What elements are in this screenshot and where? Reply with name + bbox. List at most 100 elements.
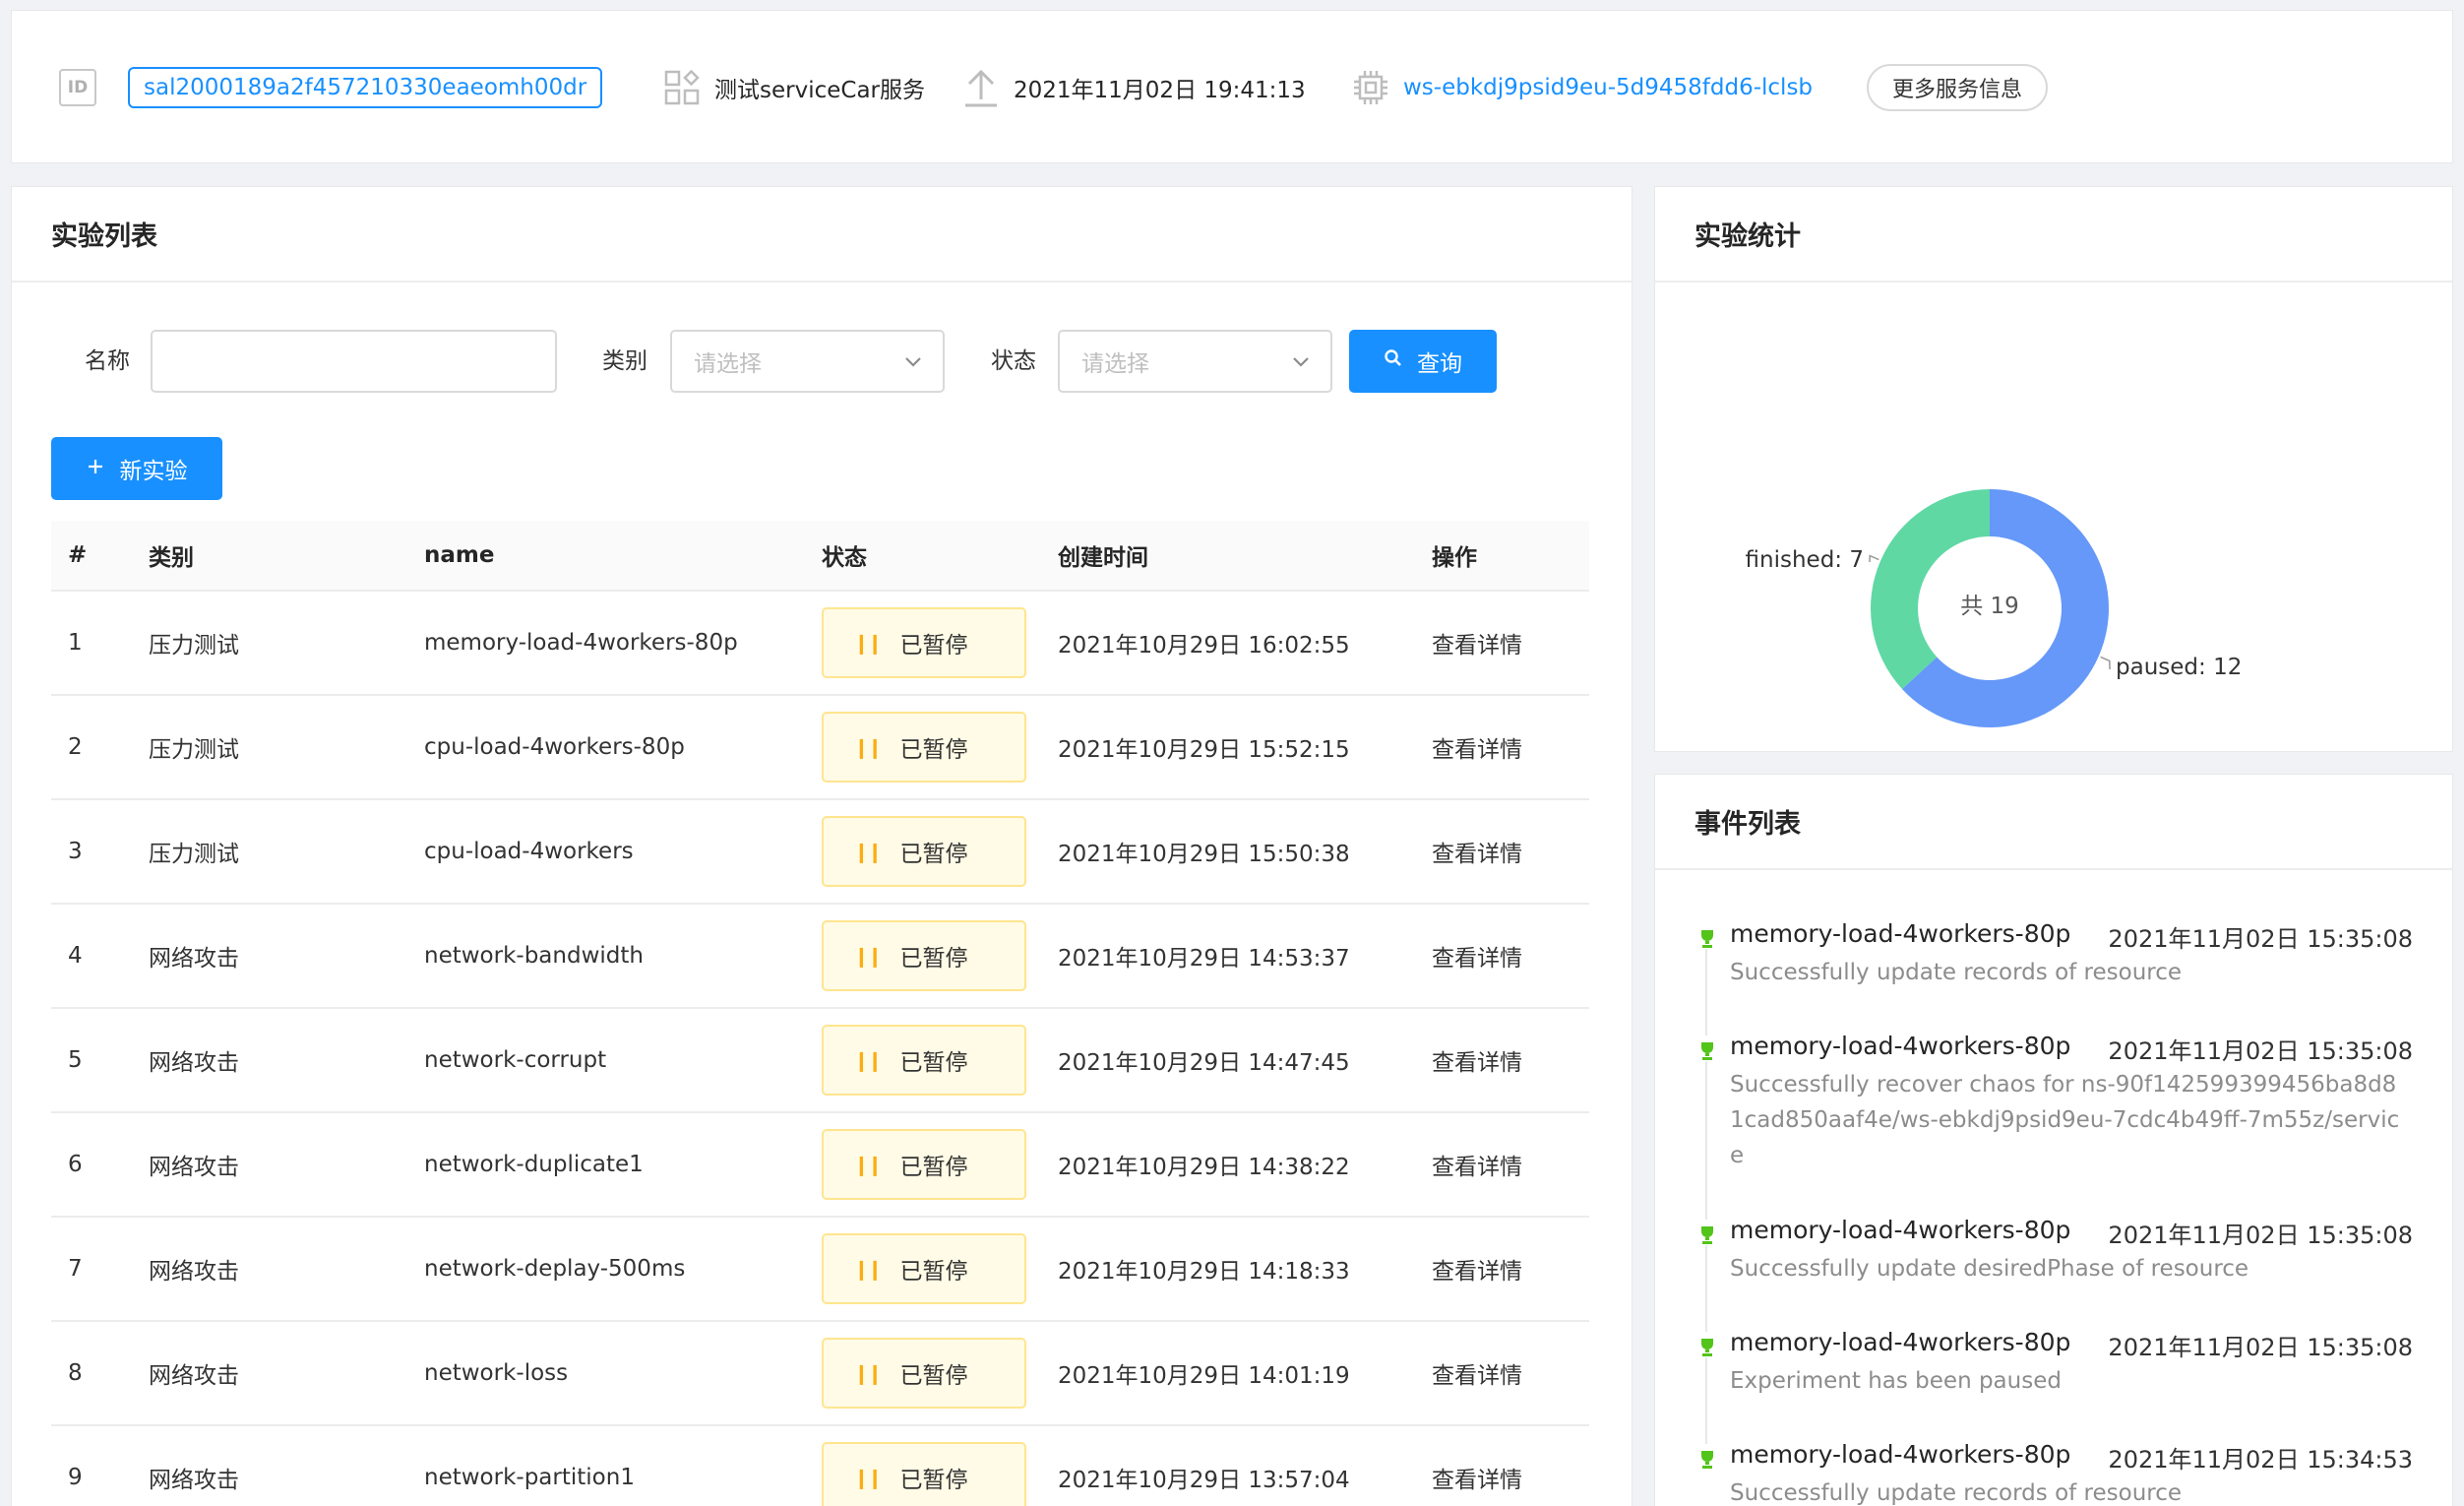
event-time: 2021年11月02日 15:35:08 bbox=[2108, 1222, 2413, 1249]
status-badge: ❙❙ 已暂停 bbox=[822, 1338, 1026, 1409]
experiment-list-panel: 实验列表 名称 类别 请选择 状态 请选择 查询 新实验 # 类别 name 状… bbox=[11, 186, 1632, 1506]
workspace-link[interactable]: ws-ebkdj9psid9eu-5d9458fdd6-lclsb bbox=[1403, 75, 1813, 100]
status-text: 已暂停 bbox=[899, 1259, 968, 1285]
event-description: Successfully update desiredPhase of reso… bbox=[1730, 1256, 2249, 1282]
pause-icon: ❙❙ bbox=[853, 1361, 883, 1385]
table-row: 6 网络攻击 network-duplicate1 ❙❙ 已暂停 2021年10月29日 … bbox=[51, 1112, 1589, 1218]
search-icon bbox=[1384, 348, 1403, 374]
row-name: network-partition1 bbox=[424, 1425, 822, 1506]
pause-icon: ❙❙ bbox=[853, 735, 883, 759]
plus-icon bbox=[87, 456, 104, 481]
row-category: 网络攻击 bbox=[149, 1425, 424, 1506]
more-service-info-button[interactable]: 更多服务信息 bbox=[1867, 64, 2049, 111]
status-text: 已暂停 bbox=[899, 1363, 968, 1389]
row-number: 9 bbox=[51, 1425, 149, 1506]
view-details-link[interactable]: 查看详情 bbox=[1432, 1321, 1589, 1426]
pause-icon: ❙❙ bbox=[853, 631, 883, 655]
row-category: 网络攻击 bbox=[149, 1008, 424, 1113]
donut-leader-paused bbox=[2100, 656, 2111, 670]
event-time: 2021年11月02日 15:35:08 bbox=[2108, 925, 2413, 953]
event-experiment-name: memory-load-4workers-80p bbox=[1730, 1440, 2071, 1469]
view-details-link[interactable]: 查看详情 bbox=[1432, 1008, 1589, 1113]
row-created-time: 2021年10月29日 14:01:19 bbox=[1058, 1321, 1432, 1426]
table-row: 3 压力测试 cpu-load-4workers ❙❙ 已暂停 2021年10月29日 1… bbox=[51, 799, 1589, 905]
row-category: 网络攻击 bbox=[149, 1217, 424, 1322]
experiment-stats-title: 实验统计 bbox=[1655, 187, 2452, 282]
row-created-time: 2021年10月29日 14:53:37 bbox=[1058, 904, 1432, 1009]
row-name: cpu-load-4workers-80p bbox=[424, 695, 822, 800]
view-details-link[interactable]: 查看详情 bbox=[1432, 695, 1589, 800]
row-number: 6 bbox=[51, 1112, 149, 1218]
trophy-icon bbox=[1698, 1450, 1714, 1469]
status-donut-chart: 共 19 finished: 7 paused: 12 bbox=[1746, 489, 2242, 727]
view-details-link[interactable]: 查看详情 bbox=[1432, 1425, 1589, 1506]
timeline-connector bbox=[1705, 1357, 1707, 1444]
row-category: 压力测试 bbox=[149, 695, 424, 800]
event-time: 2021年11月02日 15:35:08 bbox=[2108, 1334, 2413, 1361]
view-details-link[interactable]: 查看详情 bbox=[1432, 799, 1589, 905]
service-info-bar: ID sal2000189a2f457210330eaeomh00dr 测试se… bbox=[11, 10, 2453, 163]
event-description: Experiment has been paused bbox=[1730, 1368, 2062, 1394]
view-details-link[interactable]: 查看详情 bbox=[1432, 904, 1589, 1009]
pause-icon: ❙❙ bbox=[853, 1257, 883, 1281]
pause-icon: ❙❙ bbox=[853, 840, 883, 863]
row-status-cell: ❙❙ 已暂停 bbox=[822, 695, 1058, 800]
service-name: 测试serviceCar服务 bbox=[714, 78, 925, 103]
row-category: 压力测试 bbox=[149, 591, 424, 696]
row-created-time: 2021年10月29日 14:18:33 bbox=[1058, 1217, 1432, 1322]
status-badge: ❙❙ 已暂停 bbox=[822, 1442, 1026, 1506]
row-name: network-deplay-500ms bbox=[424, 1217, 822, 1322]
apps-icon bbox=[663, 69, 701, 106]
query-button[interactable]: 查询 bbox=[1349, 330, 1497, 393]
chevron-down-icon bbox=[903, 351, 923, 377]
event-experiment-name: memory-load-4workers-80p bbox=[1730, 919, 2071, 948]
status-badge: ❙❙ 已暂停 bbox=[822, 712, 1026, 783]
row-created-time: 2021年10月29日 13:57:04 bbox=[1058, 1425, 1432, 1506]
row-created-time: 2021年10月29日 16:02:55 bbox=[1058, 591, 1432, 696]
event-description: Successfully update records of resource bbox=[1730, 1480, 2183, 1506]
event-description: Successfully update records of resource bbox=[1730, 960, 2183, 985]
event-time: 2021年11月02日 15:35:08 bbox=[2108, 1037, 2413, 1065]
view-details-link[interactable]: 查看详情 bbox=[1432, 1217, 1589, 1322]
table-row: 5 网络攻击 network-corrupt ❙❙ 已暂停 2021年10月29日 14:… bbox=[51, 1008, 1589, 1113]
service-id-tag[interactable]: sal2000189a2f457210330eaeomh00dr bbox=[128, 67, 603, 108]
row-category: 网络攻击 bbox=[149, 1321, 424, 1426]
column-header: 类别 bbox=[149, 521, 424, 592]
experiment-table: # 类别 name 状态 创建时间 操作 1 压力测试 memory-load-4w… bbox=[51, 521, 1589, 1506]
status-text: 已暂停 bbox=[899, 946, 968, 972]
row-name: network-corrupt bbox=[424, 1008, 822, 1113]
event-experiment-name: memory-load-4workers-80p bbox=[1730, 1216, 2071, 1244]
table-row: 9 网络攻击 network-partition1 ❙❙ 已暂停 2021年10月29日 … bbox=[51, 1425, 1589, 1506]
status-badge: ❙❙ 已暂停 bbox=[822, 920, 1026, 991]
name-filter-label: 名称 bbox=[85, 348, 130, 374]
event-list-title: 事件列表 bbox=[1655, 775, 2452, 870]
status-select[interactable]: 请选择 bbox=[1058, 330, 1332, 393]
row-category: 压力测试 bbox=[149, 799, 424, 905]
event-list-panel: 事件列表 memory-load-4workers-80p 2021年11月02日… bbox=[1654, 774, 2453, 1506]
upload-time-group: 2021年11月02日 19:41:13 bbox=[962, 11, 1306, 164]
event-time: 2021年11月02日 15:34:53 bbox=[2108, 1446, 2413, 1474]
upload-time: 2021年11月02日 19:41:13 bbox=[1014, 78, 1306, 103]
workspace-group: ws-ebkdj9psid9eu-5d9458fdd6-lclsb bbox=[1352, 11, 1813, 164]
table-row: 8 网络攻击 network-loss ❙❙ 已暂停 2021年10月29日 14:01:… bbox=[51, 1321, 1589, 1426]
donut-label-finished: finished: 7 bbox=[1746, 547, 1864, 573]
event-experiment-name: memory-load-4workers-80p bbox=[1730, 1032, 2071, 1060]
id-group: ID bbox=[59, 11, 96, 164]
row-number: 7 bbox=[51, 1217, 149, 1322]
timeline-connector bbox=[1705, 949, 1707, 1035]
experiment-list-title: 实验列表 bbox=[12, 187, 1632, 282]
name-filter-input[interactable] bbox=[151, 330, 557, 393]
row-created-time: 2021年10月29日 15:52:15 bbox=[1058, 695, 1432, 800]
view-details-link[interactable]: 查看详情 bbox=[1432, 1112, 1589, 1218]
row-name: network-bandwidth bbox=[424, 904, 822, 1009]
status-badge: ❙❙ 已暂停 bbox=[822, 607, 1026, 678]
donut-slice-finished[interactable] bbox=[1871, 489, 1990, 689]
category-select[interactable]: 请选择 bbox=[670, 330, 945, 393]
view-details-link[interactable]: 查看详情 bbox=[1432, 591, 1589, 696]
new-experiment-button[interactable]: 新实验 bbox=[51, 437, 222, 500]
chevron-down-icon bbox=[1291, 351, 1311, 377]
status-text: 已暂停 bbox=[899, 1468, 968, 1493]
event-description: Successfully recover chaos for ns-90f142… bbox=[1730, 1072, 2400, 1168]
new-experiment-label: 新实验 bbox=[119, 459, 188, 484]
trophy-icon bbox=[1698, 1041, 1714, 1060]
